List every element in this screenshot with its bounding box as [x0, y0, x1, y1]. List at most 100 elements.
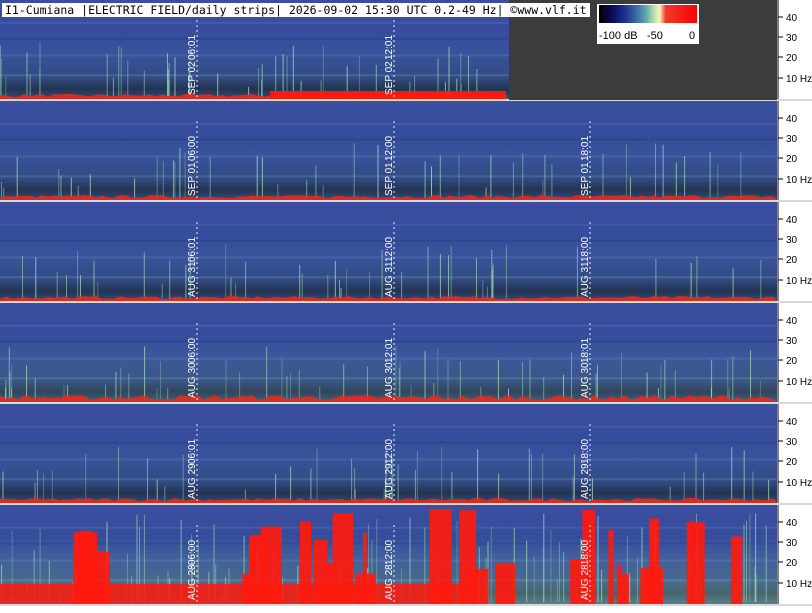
noise-streak: [354, 468, 356, 501]
noise-streak: [306, 179, 308, 198]
strip-separator: [0, 503, 812, 505]
date-label: SEP 01: [187, 162, 198, 196]
strip-separator: [0, 301, 812, 303]
date-label: AUG 30: [580, 362, 591, 398]
date-label: AUG 28: [187, 564, 198, 600]
frequency-tick-label: 40: [786, 417, 798, 428]
noise-streak: [209, 157, 211, 198]
noise-streak: [629, 575, 631, 602]
frequency-tick-label: 30: [786, 33, 798, 44]
frequency-tick-label: 30: [786, 336, 798, 347]
noise-streak: [664, 359, 666, 400]
noise-streak: [299, 264, 301, 299]
noise-streak: [441, 446, 443, 501]
strip-separator: [0, 604, 812, 606]
noise-streak: [749, 513, 751, 602]
noise-streak: [492, 266, 494, 299]
noise-streak: [327, 274, 329, 299]
noise-streak: [571, 352, 572, 400]
noise-streak: [756, 574, 758, 602]
noise-streak: [286, 375, 288, 400]
frequency-tick-label: 40: [786, 114, 798, 125]
noise-streak: [26, 365, 28, 400]
red-burst: [495, 562, 516, 604]
frequency-tick-label: 30: [786, 437, 798, 448]
harmonic-band: [0, 21, 509, 24]
noise-streak: [77, 251, 79, 299]
noise-streak: [690, 262, 692, 299]
harmonic-band: [0, 324, 777, 327]
time-marker-label: 18:01: [580, 136, 591, 161]
time-marker-label: 12:01: [384, 338, 395, 363]
noise-streak: [258, 68, 259, 97]
noise-streak: [542, 453, 544, 501]
noise-streak: [683, 472, 685, 501]
noise-streak: [366, 366, 368, 400]
noise-streak: [625, 144, 627, 198]
noise-streak: [490, 155, 492, 198]
noise-streak: [458, 154, 460, 198]
colorbar-label-max: 0: [689, 30, 696, 42]
noise-streak: [315, 165, 317, 198]
noise-streak: [703, 472, 705, 501]
noise-streak: [85, 454, 87, 501]
frequency-tick-label: 10 Hz: [786, 579, 812, 590]
strip-separator: [0, 200, 812, 202]
noise-streak: [768, 479, 770, 501]
noise-streak: [450, 246, 452, 299]
red-burst: [730, 536, 743, 604]
noise-streak: [669, 486, 671, 501]
noise-streak: [646, 372, 648, 400]
frequency-tick-label: 40: [786, 215, 798, 226]
harmonic-band: [0, 425, 777, 428]
noise-streak: [563, 374, 564, 400]
time-marker-label: 12:01: [384, 35, 395, 60]
noise-streak: [636, 558, 638, 602]
noise-streak: [439, 155, 441, 198]
noise-streak: [522, 362, 524, 400]
noise-streak: [179, 147, 181, 198]
noise-streak: [167, 69, 169, 97]
noise-streak: [460, 52, 462, 97]
noise-streak: [395, 346, 397, 400]
noise-streak: [711, 359, 713, 400]
date-label: AUG 30: [384, 362, 395, 398]
noise-streak: [225, 360, 227, 400]
harmonic-band: [0, 526, 777, 529]
noise-streak: [591, 478, 593, 501]
noise-streak: [732, 268, 734, 299]
colorbar-legend: -100 dB -50 0: [597, 4, 699, 44]
noise-streak: [156, 157, 158, 198]
noise-streak: [482, 280, 484, 299]
noise-streak: [655, 258, 657, 299]
noise-streak: [29, 74, 31, 97]
time-marker-label: 12:00: [384, 237, 395, 262]
time-marker-label: 18:00: [580, 540, 591, 565]
noise-streak: [118, 447, 119, 501]
noise-streak: [437, 348, 439, 400]
noise-streak: [168, 63, 170, 97]
noise-streak: [377, 144, 379, 198]
noise-streak: [256, 155, 258, 198]
noise-streak: [275, 56, 277, 97]
date-label: SEP 02: [384, 61, 395, 95]
noise-streak: [56, 272, 58, 299]
noise-streak: [93, 260, 95, 299]
noise-streak: [16, 156, 18, 198]
chart-title: I1-Cumiana |ELECTRIC FIELD/daily strips|…: [2, 3, 590, 17]
noise-streak: [343, 364, 345, 400]
noise-streak: [217, 73, 219, 97]
strip-separator: [0, 402, 812, 404]
date-label: SEP 02: [187, 61, 198, 95]
noise-streak: [239, 372, 241, 400]
noise-streak: [447, 359, 449, 400]
red-burst: [616, 564, 621, 604]
frequency-tick-label: 30: [786, 538, 798, 549]
noise-streak: [543, 513, 545, 602]
noise-streak: [731, 447, 733, 501]
noise-streak: [381, 250, 383, 299]
noise-streak: [112, 77, 114, 97]
strip-aug-31: 06:01AUG 3112:00AUG 3118:00AUG 314030201…: [0, 202, 812, 303]
noise-streak: [1, 182, 2, 198]
noise-streak: [4, 388, 6, 400]
